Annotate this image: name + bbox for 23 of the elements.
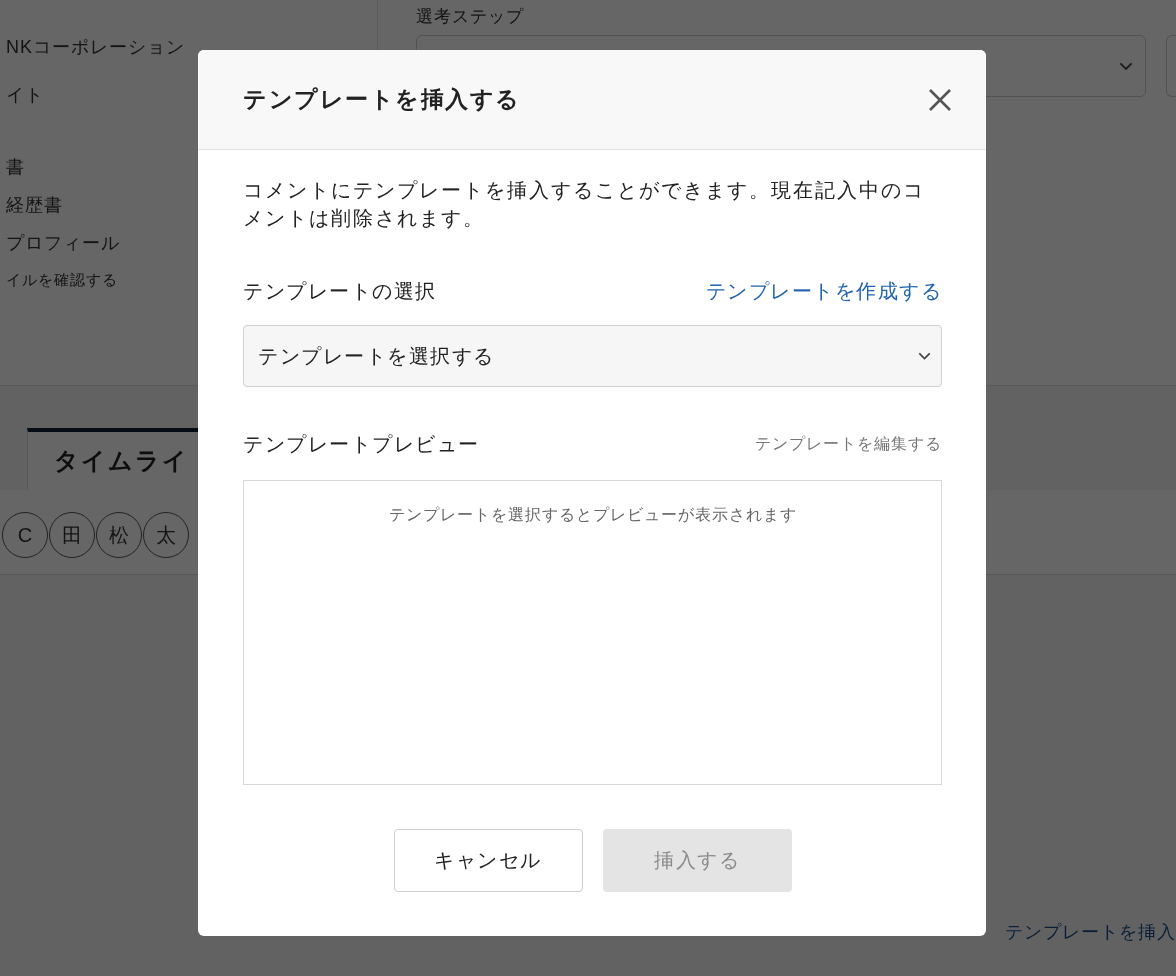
info-text: イト: [6, 86, 44, 104]
member-avatar[interactable]: 松: [96, 512, 142, 558]
select-label: テンプレートの選択: [243, 279, 437, 304]
dialog-description: コメントにテンプレートを挿入することができます。現在記入中のコメントは削除されます。: [243, 178, 926, 231]
template-select[interactable]: テンプレートを選択する: [243, 325, 942, 387]
preview-message: テンプレートを選択するとプレビューが表示されます: [388, 505, 797, 525]
step-label: 選考ステップ: [416, 8, 524, 25]
create-template-link[interactable]: テンプレートを作成する: [705, 278, 942, 305]
close-icon: [928, 87, 952, 112]
dialog-title: テンプレートを挿入する: [243, 85, 521, 114]
chevron-down-icon: [1119, 61, 1133, 71]
cancel-button[interactable]: キャンセル: [393, 829, 583, 892]
document-link[interactable]: イルを確認する: [6, 272, 118, 287]
document-link[interactable]: プロフィール: [6, 234, 120, 252]
member-avatar[interactable]: 太: [143, 512, 189, 558]
edit-template-link[interactable]: テンプレートを編集する: [755, 434, 942, 455]
document-link[interactable]: 書: [6, 158, 25, 176]
company-name: NKコーポレーション: [6, 38, 185, 56]
member-avatar[interactable]: C: [2, 512, 48, 558]
document-link[interactable]: 経歴書: [6, 196, 63, 214]
chevron-down-icon: [918, 352, 931, 360]
member-avatar[interactable]: 田: [49, 512, 95, 558]
preview-label: テンプレートプレビュー: [243, 432, 480, 457]
